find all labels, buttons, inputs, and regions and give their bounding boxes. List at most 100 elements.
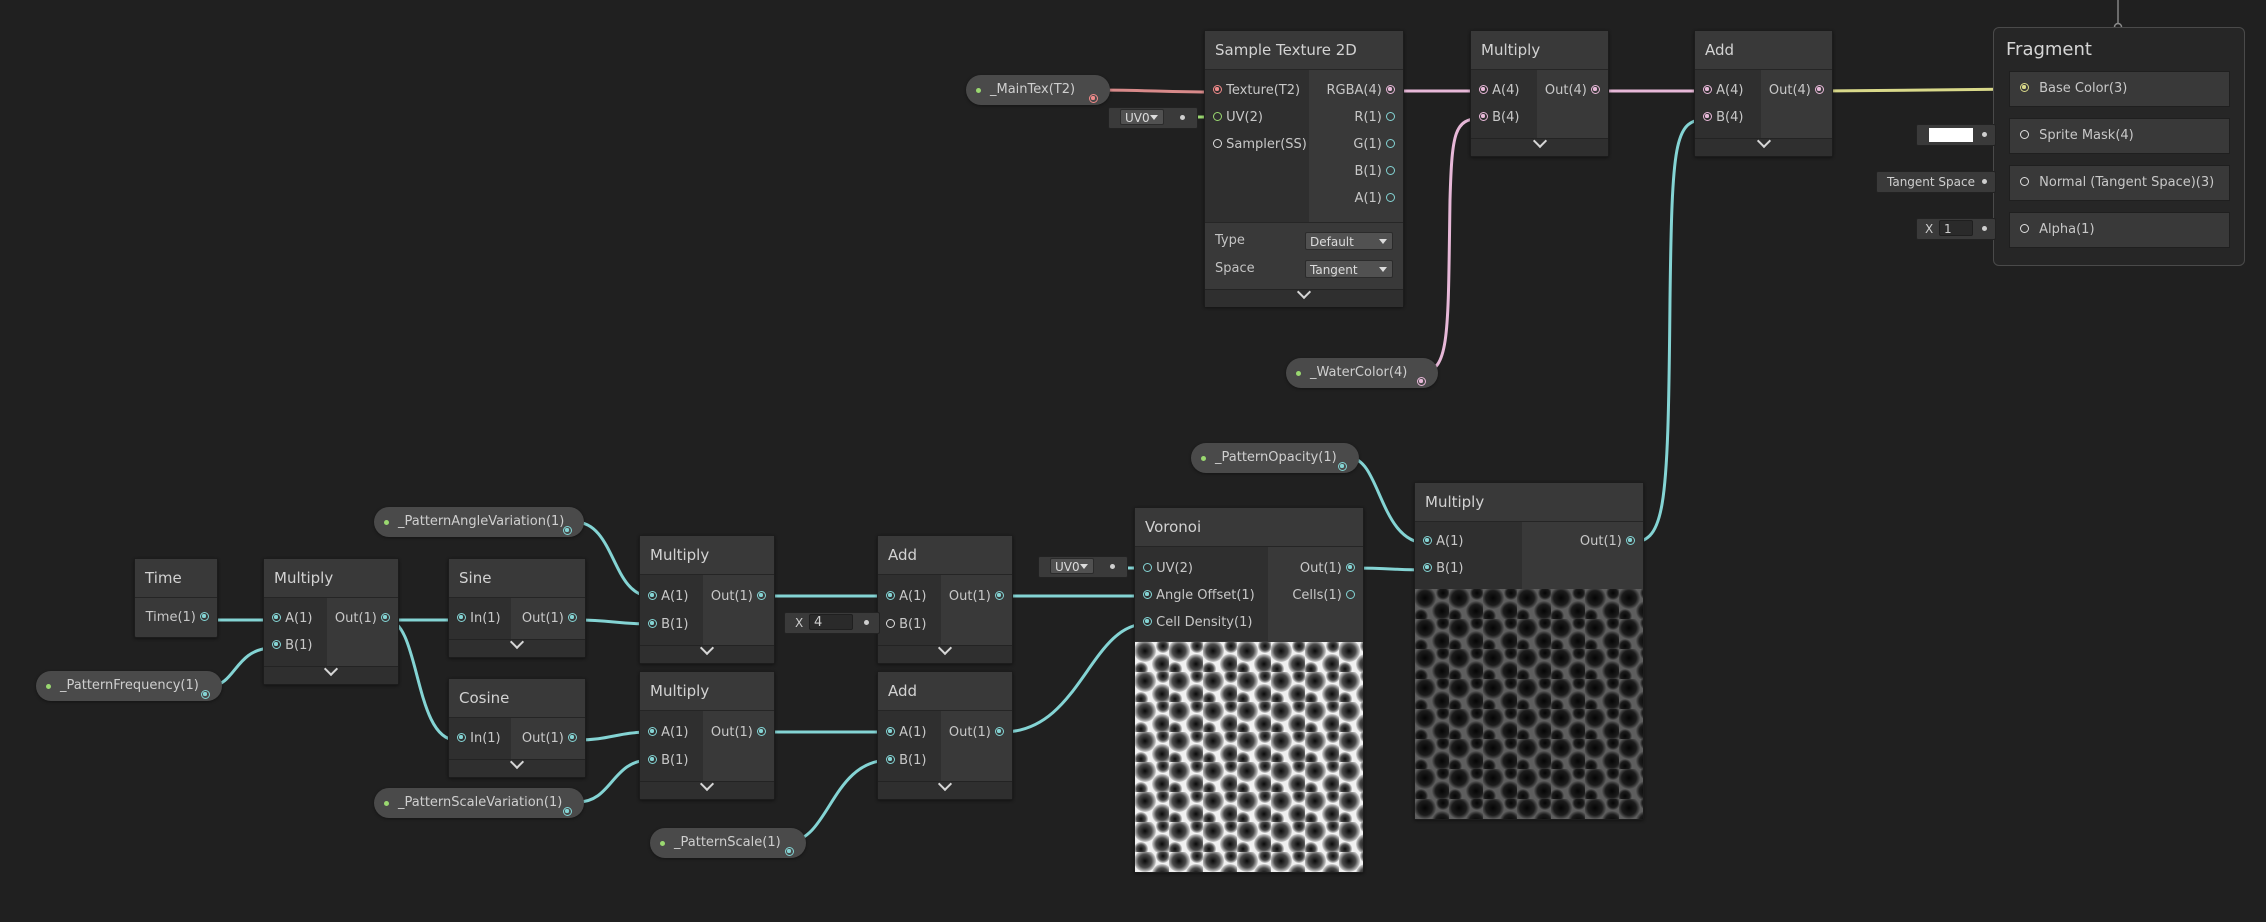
expand-button[interactable] bbox=[878, 640, 1012, 663]
input-port-icon[interactable] bbox=[1703, 85, 1712, 94]
fragment-stack[interactable]: Fragment Base Color(3) Sprite Mask(4) No… bbox=[1993, 27, 2245, 266]
fragment-port-normal[interactable]: Normal (Tangent Space)(3) bbox=[2009, 165, 2230, 201]
output-port-icon[interactable] bbox=[201, 681, 210, 711]
input-port-icon[interactable] bbox=[1213, 139, 1222, 148]
property-patternfrequency[interactable]: _PatternFrequency(1) bbox=[36, 671, 222, 701]
input-port-icon[interactable] bbox=[1703, 112, 1712, 121]
input-port-icon[interactable] bbox=[886, 755, 895, 764]
input-port-icon[interactable] bbox=[2020, 83, 2029, 92]
node-multiply-top[interactable]: Multiply A(4) B(4) Out(4) bbox=[1470, 30, 1609, 157]
output-port-icon[interactable] bbox=[1338, 453, 1347, 483]
output-port-icon[interactable] bbox=[1346, 563, 1355, 572]
output-port-icon[interactable] bbox=[1386, 112, 1395, 121]
expand-button[interactable] bbox=[640, 776, 774, 799]
output-port-icon[interactable] bbox=[757, 591, 766, 600]
fragment-port-spritemask[interactable]: Sprite Mask(4) bbox=[2009, 118, 2230, 154]
output-port-icon[interactable] bbox=[1386, 85, 1395, 94]
expand-button[interactable] bbox=[264, 661, 398, 684]
input-port-icon[interactable] bbox=[648, 755, 657, 764]
output-port-icon[interactable] bbox=[563, 517, 572, 547]
add-b-field[interactable]: X 4 bbox=[784, 612, 880, 634]
input-port-icon[interactable] bbox=[648, 619, 657, 628]
uv-dropdown[interactable]: UV0 bbox=[1050, 558, 1094, 574]
output-port-icon[interactable] bbox=[1386, 166, 1395, 175]
input-port-icon[interactable] bbox=[648, 591, 657, 600]
input-port-icon[interactable] bbox=[2020, 130, 2029, 139]
input-port-icon[interactable] bbox=[1423, 536, 1432, 545]
input-port-icon[interactable] bbox=[1143, 563, 1152, 572]
spritemask-field[interactable] bbox=[1916, 124, 1996, 146]
output-port-icon[interactable] bbox=[785, 838, 794, 868]
output-port-icon[interactable] bbox=[563, 798, 572, 828]
fragment-port-alpha[interactable]: Alpha(1) bbox=[2009, 212, 2230, 248]
property-patternopacity[interactable]: _PatternOpacity(1) bbox=[1191, 443, 1359, 473]
alpha-input[interactable]: 1 bbox=[1939, 220, 1973, 236]
output-port-icon[interactable] bbox=[1386, 193, 1395, 202]
input-port-icon[interactable] bbox=[272, 640, 281, 649]
node-multiply-sine[interactable]: Multiply A(1) B(1) Out(1) bbox=[639, 535, 775, 664]
node-multiply-cosine[interactable]: Multiply A(1) B(1) Out(1) bbox=[639, 671, 775, 800]
input-port-icon[interactable] bbox=[1143, 590, 1152, 599]
output-port-icon[interactable] bbox=[381, 613, 390, 622]
node-voronoi[interactable]: Voronoi UV(2) Angle Offset(1) Cell Densi… bbox=[1134, 507, 1364, 873]
property-patternscale[interactable]: _PatternScale(1) bbox=[650, 828, 806, 858]
output-port-icon[interactable] bbox=[1591, 85, 1600, 94]
expand-button[interactable] bbox=[1471, 133, 1608, 156]
node-multiply-opacity[interactable]: Multiply A(1) B(1) Out(1) bbox=[1414, 482, 1644, 820]
expand-button[interactable] bbox=[640, 640, 774, 663]
output-port-icon[interactable] bbox=[1626, 536, 1635, 545]
expand-button[interactable] bbox=[449, 634, 585, 657]
uv-field[interactable]: UV0 bbox=[1108, 107, 1198, 129]
node-cosine[interactable]: Cosine In(1) Out(1) bbox=[448, 678, 586, 778]
output-port-icon[interactable] bbox=[995, 591, 1004, 600]
input-port-icon[interactable] bbox=[886, 727, 895, 736]
output-port-icon[interactable] bbox=[1815, 85, 1824, 94]
output-port-icon[interactable] bbox=[1089, 85, 1098, 115]
node-add-top[interactable]: Add A(4) B(4) Out(4) bbox=[1694, 30, 1833, 157]
property-patternanglevariation[interactable]: _PatternAngleVariation(1) bbox=[374, 507, 584, 537]
input-port-icon[interactable] bbox=[457, 733, 466, 742]
uv-dropdown[interactable]: UV0 bbox=[1120, 109, 1164, 125]
input-port-icon[interactable] bbox=[2020, 177, 2029, 186]
alpha-field[interactable]: X 1 bbox=[1916, 218, 1996, 240]
expand-button[interactable] bbox=[1695, 133, 1832, 156]
voronoi-uv-field[interactable]: UV0 bbox=[1038, 556, 1128, 578]
add-b-input[interactable]: 4 bbox=[809, 614, 853, 630]
expand-button[interactable] bbox=[878, 776, 1012, 799]
fragment-port-basecolor[interactable]: Base Color(3) bbox=[2009, 71, 2230, 107]
output-port-icon[interactable] bbox=[1417, 368, 1426, 398]
space-dropdown[interactable]: Tangent bbox=[1305, 260, 1393, 278]
property-maintex[interactable]: _MainTex(T2) bbox=[966, 75, 1110, 105]
input-port-icon[interactable] bbox=[457, 613, 466, 622]
expand-button[interactable] bbox=[1205, 284, 1403, 307]
input-port-icon[interactable] bbox=[1143, 617, 1152, 626]
output-port-icon[interactable] bbox=[200, 612, 209, 621]
output-port-icon[interactable] bbox=[568, 733, 577, 742]
input-port-icon[interactable] bbox=[1213, 112, 1222, 121]
color-swatch[interactable] bbox=[1929, 128, 1973, 142]
output-port-icon[interactable] bbox=[995, 727, 1004, 736]
node-sine[interactable]: Sine In(1) Out(1) bbox=[448, 558, 586, 658]
node-add-sine[interactable]: Add A(1) B(1) Out(1) bbox=[877, 535, 1013, 664]
input-port-icon[interactable] bbox=[648, 727, 657, 736]
input-port-icon[interactable] bbox=[1423, 563, 1432, 572]
node-time[interactable]: Time Time(1) bbox=[134, 558, 218, 638]
output-port-icon[interactable] bbox=[568, 613, 577, 622]
input-port-icon[interactable] bbox=[2020, 224, 2029, 233]
input-port-icon[interactable] bbox=[886, 591, 895, 600]
output-port-icon[interactable] bbox=[1346, 590, 1355, 599]
input-port-icon[interactable] bbox=[886, 619, 895, 628]
input-port-icon[interactable] bbox=[272, 613, 281, 622]
input-port-icon[interactable] bbox=[1479, 85, 1488, 94]
expand-button[interactable] bbox=[449, 754, 585, 777]
output-port-icon[interactable] bbox=[1386, 139, 1395, 148]
property-patternscalevariation[interactable]: _PatternScaleVariation(1) bbox=[374, 788, 584, 818]
output-port-icon[interactable] bbox=[757, 727, 766, 736]
node-add-cosine[interactable]: Add A(1) B(1) Out(1) bbox=[877, 671, 1013, 800]
input-port-icon[interactable] bbox=[1479, 112, 1488, 121]
normal-space-field[interactable]: Tangent Space bbox=[1876, 171, 1996, 193]
type-dropdown[interactable]: Default bbox=[1305, 232, 1393, 250]
node-multiply-time[interactable]: Multiply A(1) B(1) Out(1) bbox=[263, 558, 399, 685]
property-watercolor[interactable]: _WaterColor(4) bbox=[1286, 358, 1438, 388]
input-port-icon[interactable] bbox=[1213, 85, 1222, 94]
